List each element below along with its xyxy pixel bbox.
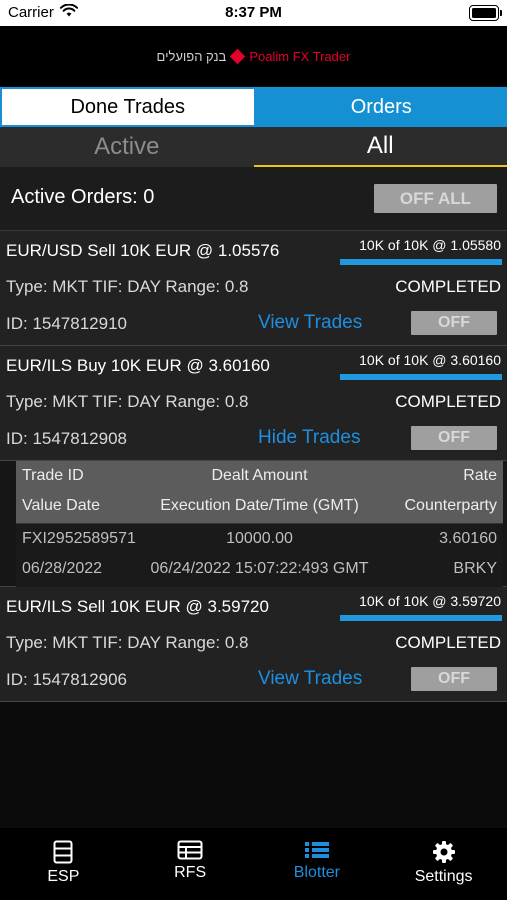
- cell-dealt-amount: 10000.00: [226, 530, 293, 547]
- app-header: בנק הפועלים Poalim FX Trader: [0, 26, 507, 86]
- cell-counterparty: BRKY: [453, 560, 497, 577]
- trades-table: Trade ID Dealt Amount Rate Value Date Ex…: [0, 461, 507, 587]
- view-trades-link[interactable]: View Trades: [258, 668, 362, 690]
- tab-blotter[interactable]: Blotter: [254, 828, 381, 900]
- segment-done-trades[interactable]: Done Trades: [0, 87, 256, 127]
- order-fill-progress: [340, 374, 502, 380]
- tab-rfs-label: RFS: [174, 864, 207, 881]
- order-fill-progress: [340, 615, 502, 621]
- order-fill-label: 10K of 10K @ 1.05580: [359, 237, 501, 253]
- order-fill-label: 10K of 10K @ 3.59720: [359, 593, 501, 609]
- tab-active[interactable]: Active: [0, 127, 254, 167]
- table-icon: [177, 840, 203, 860]
- status-bar: Carrier 8:37 PM: [0, 0, 507, 26]
- hide-trades-link[interactable]: Hide Trades: [258, 427, 360, 449]
- order-id: ID: 1547812908: [6, 429, 127, 448]
- order-title: EUR/ILS Sell 10K EUR @ 3.59720: [6, 597, 269, 616]
- battery-icon: [469, 5, 502, 21]
- gear-icon: [432, 840, 456, 864]
- header-rate: Rate: [463, 467, 497, 484]
- tab-rfs[interactable]: RFS: [127, 828, 254, 900]
- tab-blotter-label: Blotter: [293, 864, 340, 881]
- order-title: EUR/ILS Buy 10K EUR @ 3.60160: [6, 356, 270, 375]
- logo-hebrew: בנק הפועלים: [156, 48, 227, 64]
- logo-text: Poalim FX Trader: [249, 48, 351, 64]
- order-status: COMPLETED: [395, 392, 501, 411]
- blotter-segmented-control: Done Trades Orders: [0, 87, 507, 127]
- order-id: ID: 1547812910: [6, 314, 127, 333]
- order-type-line: Type: MKT TIF: DAY Range: 0.8: [6, 277, 249, 296]
- order-fill-label: 10K of 10K @ 3.60160: [359, 352, 501, 368]
- order-type-line: Type: MKT TIF: DAY Range: 0.8: [6, 392, 249, 411]
- order-id: ID: 1547812906: [6, 670, 127, 689]
- cell-execution-time: 06/24/2022 15:07:22:493 GMT: [150, 560, 369, 577]
- order-title: EUR/USD Sell 10K EUR @ 1.05576: [6, 241, 280, 260]
- status-time: 8:37 PM: [225, 4, 282, 21]
- order-filter-tabs: Active All: [0, 127, 507, 167]
- order-card: EUR/USD Sell 10K EUR @ 1.05576 10K of 10…: [0, 231, 507, 346]
- header-dealt-amount: Dealt Amount: [211, 467, 308, 484]
- tab-all[interactable]: All: [253, 127, 507, 167]
- list-icon: [304, 840, 330, 860]
- order-off-button[interactable]: OFF: [411, 426, 497, 450]
- off-all-button[interactable]: OFF ALL: [374, 184, 497, 213]
- order-fill-progress: [340, 259, 502, 265]
- logo-diamond-icon: [230, 48, 246, 64]
- order-type-line: Type: MKT TIF: DAY Range: 0.8: [6, 633, 249, 652]
- view-trades-link[interactable]: View Trades: [258, 312, 362, 334]
- order-status: COMPLETED: [395, 633, 501, 652]
- trades-table-header: Trade ID Dealt Amount Rate Value Date Ex…: [16, 461, 503, 523]
- tab-esp-label: ESP: [47, 868, 80, 885]
- active-orders-count: Active Orders: 0: [11, 186, 155, 208]
- active-orders-bar: Active Orders: 0 OFF ALL: [0, 167, 507, 231]
- tab-esp[interactable]: ESP: [0, 828, 127, 900]
- tab-settings[interactable]: Settings: [380, 828, 507, 900]
- order-off-button[interactable]: OFF: [411, 311, 497, 335]
- header-counterparty: Counterparty: [404, 497, 498, 514]
- cell-rate: 3.60160: [439, 530, 497, 547]
- tab-settings-label: Settings: [414, 868, 473, 885]
- order-off-button[interactable]: OFF: [411, 667, 497, 691]
- server-icon: [53, 840, 73, 864]
- order-status: COMPLETED: [395, 277, 501, 296]
- table-row: FXI2952589571 10000.00 3.60160 06/28/202…: [16, 523, 503, 587]
- order-card: EUR/ILS Buy 10K EUR @ 3.60160 10K of 10K…: [0, 346, 507, 461]
- order-card: EUR/ILS Sell 10K EUR @ 3.59720 10K of 10…: [0, 587, 507, 702]
- segment-orders[interactable]: Orders: [255, 87, 507, 127]
- bottom-tab-bar: ESP RFS Blotter Settings: [0, 828, 507, 900]
